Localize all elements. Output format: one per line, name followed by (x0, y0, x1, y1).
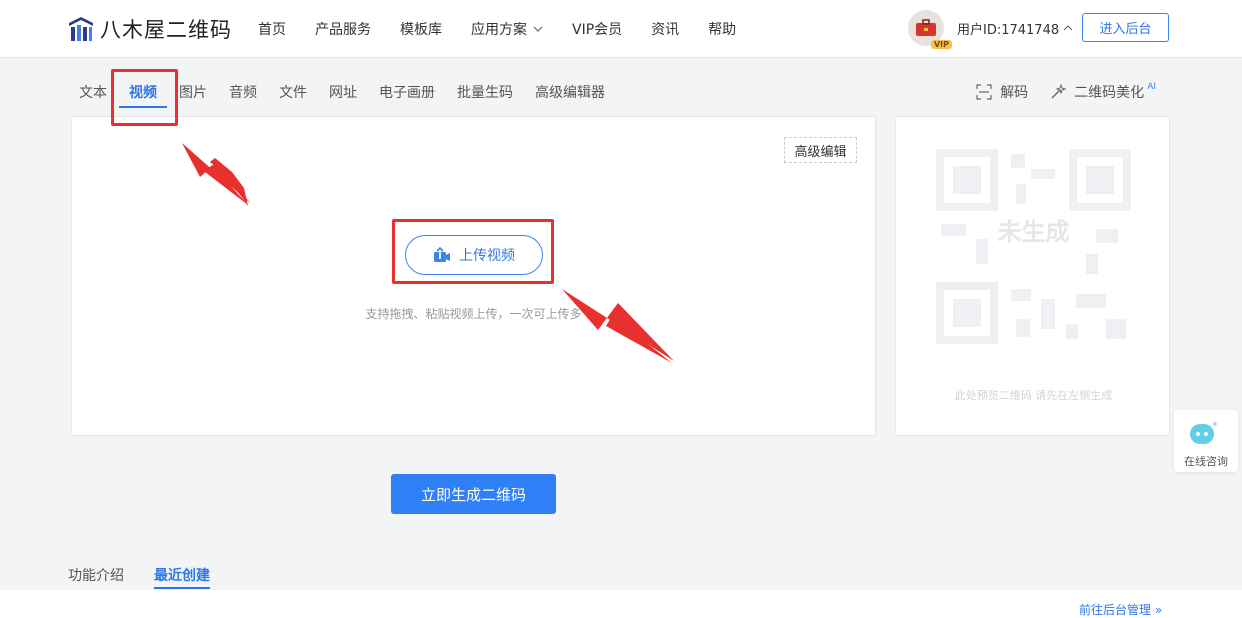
generate-qr-button[interactable]: 立即生成二维码 (391, 474, 556, 514)
nav-news[interactable]: 资讯 (651, 19, 679, 39)
nav-help-label: 帮助 (708, 21, 737, 38)
enter-dashboard-button[interactable]: 进入后台 (1082, 13, 1169, 42)
chevron-down-icon (533, 26, 543, 32)
highlight-box-upload-button (392, 219, 554, 284)
beautify-link[interactable]: 二维码美化 AI (1050, 82, 1156, 102)
tab-image[interactable]: 图片 (179, 82, 207, 108)
tool-links: 解码 二维码美化 AI (954, 82, 1156, 102)
nav-templates-label: 模板库 (400, 21, 442, 38)
bottom-tabs: 功能介绍 最近创建 (68, 565, 240, 589)
tab-advanced-editor[interactable]: 高级编辑器 (535, 82, 605, 108)
logo-icon (69, 17, 93, 41)
site-logo[interactable]: 八木屋二维码 (66, 14, 232, 44)
nav-templates[interactable]: 模板库 (400, 19, 442, 39)
consult-label: 在线咨询 (1184, 455, 1228, 468)
nav-solutions-label: 应用方案 (471, 21, 527, 38)
preview-tip: 此处预览二维码 请先在左侧生成 (954, 389, 1113, 402)
recent-list-area (0, 590, 1242, 618)
vip-badge: VIP (930, 40, 952, 49)
tab-features[interactable]: 功能介绍 (68, 565, 124, 587)
tab-text[interactable]: 文本 (79, 82, 107, 108)
tab-ebook[interactable]: 电子画册 (379, 82, 435, 108)
online-consult-widget[interactable]: 在线咨询 (1174, 410, 1238, 472)
decode-label: 解码 (1000, 85, 1029, 101)
tab-audio[interactable]: 音频 (229, 82, 257, 108)
nav-products[interactable]: 产品服务 (315, 19, 371, 39)
go-to-dashboard-link[interactable]: 前往后台管理 » (1079, 601, 1162, 618)
chevron-up-icon (1063, 25, 1073, 31)
qr-not-generated-label: 未生成 (997, 218, 1070, 246)
tab-batch[interactable]: 批量生码 (457, 82, 513, 108)
upload-hint: 支持拖拽、粘贴视频上传，一次可上传多 (365, 307, 582, 321)
decode-link[interactable]: 解码 (976, 82, 1028, 102)
logo-text: 八木屋二维码 (100, 18, 232, 42)
highlight-box-video-tab (111, 69, 178, 126)
tab-file[interactable]: 文件 (279, 82, 307, 108)
magic-wand-icon (1051, 84, 1067, 99)
nav-products-label: 产品服务 (315, 21, 371, 38)
nav-home[interactable]: 首页 (258, 19, 286, 39)
nav-solutions[interactable]: 应用方案 (471, 19, 543, 39)
beautify-label: 二维码美化 (1074, 85, 1145, 101)
tab-recent[interactable]: 最近创建 (154, 565, 210, 589)
tab-url[interactable]: 网址 (329, 82, 357, 108)
nav-vip-label: VIP会员 (572, 21, 623, 38)
briefcase-icon (916, 19, 936, 36)
user-id: 用户ID:1741748 (957, 22, 1060, 38)
nav-help[interactable]: 帮助 (708, 19, 736, 39)
nav-home-label: 首页 (258, 21, 286, 38)
user-menu[interactable]: VIP 用户ID:1741748 (908, 10, 1073, 49)
chat-bot-icon (1190, 421, 1218, 444)
qr-preview-panel: 未生成 此处预览二维码 请先在左侧生成 (895, 116, 1170, 436)
nav-vip[interactable]: VIP会员 (572, 19, 622, 39)
ai-badge: AI (1147, 82, 1156, 92)
avatar[interactable]: VIP (908, 10, 952, 49)
advanced-edit-button[interactable]: 高级编辑 (784, 137, 857, 163)
main-nav: 首页 产品服务 模板库 应用方案 VIP会员 资讯 帮助 (258, 0, 765, 57)
nav-news-label: 资讯 (651, 21, 680, 38)
scan-icon (976, 84, 992, 100)
top-header: 八木屋二维码 首页 产品服务 模板库 应用方案 VIP会员 资讯 帮助 VIP … (0, 0, 1242, 58)
